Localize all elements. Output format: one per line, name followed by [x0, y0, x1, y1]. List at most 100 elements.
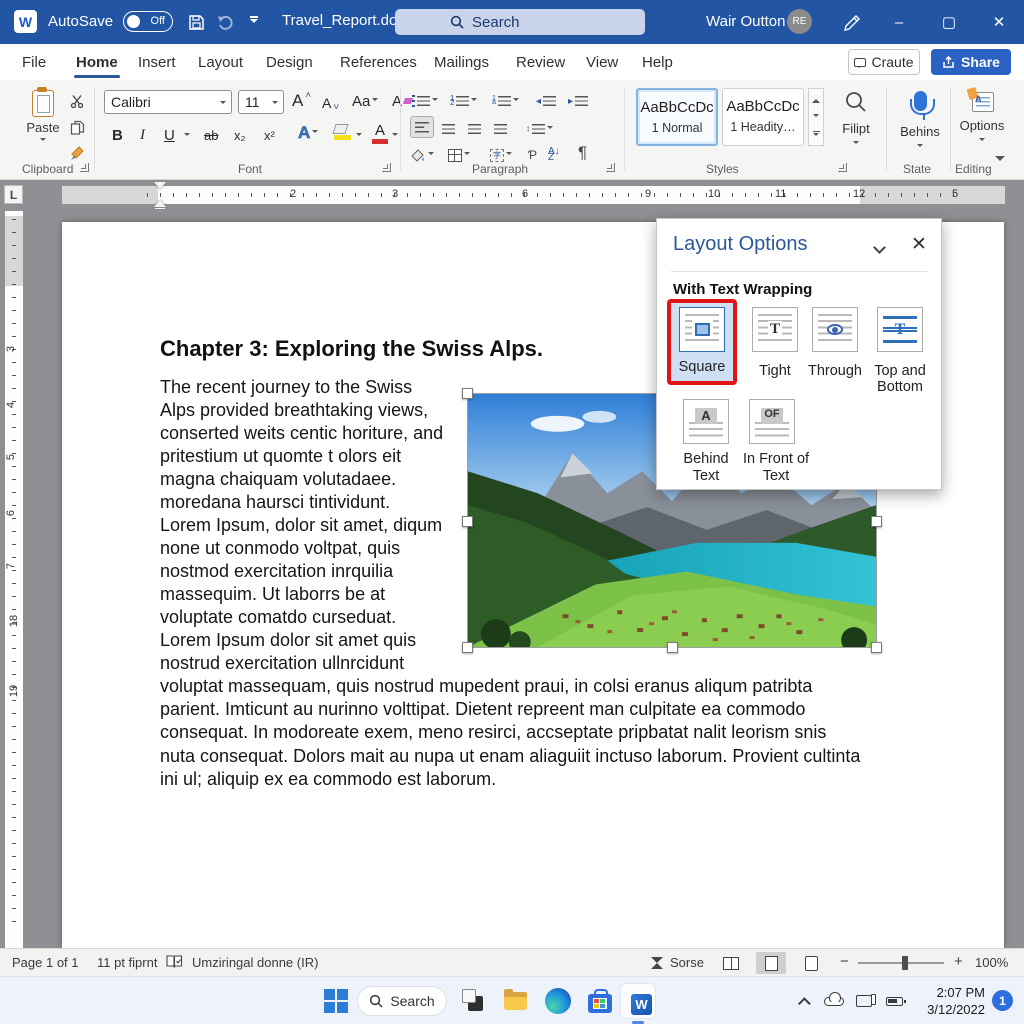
font-dialog-launcher-icon[interactable]: [382, 163, 391, 172]
styles-dialog-launcher-icon[interactable]: [838, 163, 847, 172]
start-button[interactable]: [322, 987, 350, 1015]
underline-caret-icon[interactable]: [184, 133, 190, 139]
minimize-button[interactable]: –: [876, 0, 922, 44]
notification-badge[interactable]: 1: [992, 990, 1013, 1011]
bold-button[interactable]: B: [112, 124, 123, 146]
tab-file[interactable]: File: [20, 44, 48, 80]
paste-button[interactable]: Paste: [18, 88, 68, 154]
justify-button[interactable]: [494, 118, 507, 140]
wrap-topbottom-button[interactable]: T: [877, 307, 923, 352]
resize-handle-e[interactable]: [871, 516, 882, 527]
store-button[interactable]: [586, 987, 614, 1015]
file-explorer-button[interactable]: [502, 987, 530, 1015]
clipboard-dialog-launcher-icon[interactable]: [80, 163, 89, 172]
format-painter-button[interactable]: [70, 142, 86, 164]
avatar[interactable]: RE: [787, 9, 812, 34]
highlight-caret-icon[interactable]: [356, 133, 362, 139]
zoom-slider-thumb[interactable]: [902, 956, 908, 970]
italic-button[interactable]: I: [140, 124, 145, 146]
vertical-ruler[interactable]: 3 4 5 6 7 18 19: [5, 211, 23, 948]
text-effects-button[interactable]: A: [298, 122, 318, 144]
tab-insert[interactable]: Insert: [136, 44, 178, 80]
styles-scroll-down-icon[interactable]: [813, 114, 819, 120]
resize-handle-se[interactable]: [871, 642, 882, 653]
page-indicator[interactable]: Page 1 of 1: [12, 955, 79, 970]
devices-tray-button[interactable]: [850, 987, 878, 1015]
undo-icon[interactable]: [216, 12, 236, 32]
word-count[interactable]: 11 pt fiprnt: [97, 955, 157, 970]
subscript-button[interactable]: x₂: [234, 124, 246, 146]
edge-button[interactable]: [544, 987, 572, 1015]
resize-handle-nw[interactable]: [462, 388, 473, 399]
clear-formatting-button[interactable]: A: [392, 90, 412, 112]
style-normal[interactable]: AaBbCcDc 1 Normal: [636, 88, 718, 146]
proofing-icon[interactable]: [166, 954, 183, 970]
tab-selector[interactable]: L: [4, 185, 23, 204]
focus-icon[interactable]: [651, 957, 664, 969]
collapse-ribbon-icon[interactable]: [995, 156, 1005, 166]
close-button[interactable]: ✕: [976, 0, 1022, 44]
superscript-button[interactable]: x²: [264, 124, 275, 146]
tab-layout[interactable]: Layout: [196, 44, 245, 80]
titlebar-search[interactable]: Search: [395, 9, 645, 35]
dictate-button[interactable]: Behins: [894, 88, 946, 153]
borders-button[interactable]: [448, 144, 470, 166]
horizontal-ruler[interactable]: 2 3 6 9 10 11 12 5: [62, 186, 1005, 204]
find-button[interactable]: Filipt: [830, 88, 882, 150]
shrink-font-button[interactable]: A˅: [322, 92, 339, 114]
zoom-slider-track[interactable]: [858, 962, 944, 964]
cut-button[interactable]: [70, 90, 85, 112]
increase-indent-button[interactable]: ▸: [568, 90, 588, 112]
underline-button[interactable]: U: [164, 124, 175, 146]
strikethrough-button[interactable]: ab: [204, 124, 218, 146]
taskbar-search[interactable]: Search: [357, 986, 447, 1016]
wrap-behind-button[interactable]: A: [683, 399, 729, 444]
show-marks-small-button[interactable]: Ƥ: [528, 144, 537, 166]
document-filename[interactable]: Travel_Report.docx: [282, 12, 412, 29]
tab-design[interactable]: Design: [264, 44, 315, 80]
read-mode-button[interactable]: [716, 952, 746, 974]
font-color-button[interactable]: A: [372, 122, 388, 144]
tab-mailings[interactable]: Mailings: [432, 44, 491, 80]
tab-help[interactable]: Help: [640, 44, 675, 80]
options-button[interactable]: A Options: [956, 88, 1008, 147]
highlight-button[interactable]: [334, 124, 351, 140]
bullets-button[interactable]: [412, 90, 438, 112]
tab-review[interactable]: Review: [514, 44, 567, 80]
style-heading[interactable]: AaBbCcDc 1 Headity…: [722, 88, 804, 146]
task-view-button[interactable]: [460, 987, 488, 1015]
paragraph-dialog-launcher-icon[interactable]: [606, 163, 615, 172]
resize-handle-w[interactable]: [462, 516, 473, 527]
font-name-combo[interactable]: Calibri: [104, 90, 232, 114]
tab-view[interactable]: View: [584, 44, 620, 80]
focus-label[interactable]: Sorse: [670, 955, 704, 970]
share-button[interactable]: Share: [931, 49, 1011, 75]
clock[interactable]: 2:07 PM 3/12/2022: [905, 984, 985, 1018]
zoom-level[interactable]: 100%: [975, 955, 1008, 970]
indent-marker[interactable]: [154, 182, 166, 208]
battery-tray-button[interactable]: [880, 987, 908, 1015]
numbering-button[interactable]: 12: [450, 90, 477, 112]
inking-pen-icon[interactable]: [842, 12, 862, 32]
multilevel-list-button[interactable]: 1a: [492, 90, 519, 112]
wrap-tight-button[interactable]: T: [752, 307, 798, 352]
pilcrow-button[interactable]: ¶: [578, 142, 587, 164]
font-size-combo[interactable]: 11: [238, 90, 284, 114]
tab-home[interactable]: Home: [74, 44, 120, 80]
word-taskbar-button[interactable]: W: [624, 987, 652, 1015]
zoom-out-button[interactable]: −: [840, 953, 849, 970]
decrease-indent-button[interactable]: ◂: [536, 90, 556, 112]
print-layout-button[interactable]: [756, 952, 786, 974]
font-color-caret-icon[interactable]: [392, 133, 398, 139]
wrap-infront-button[interactable]: OF: [749, 399, 795, 444]
line-spacing-button[interactable]: ↕: [526, 118, 553, 140]
zoom-in-button[interactable]: +: [954, 953, 963, 970]
quick-access-customize-icon[interactable]: [250, 19, 258, 27]
maximize-button[interactable]: ▢: [926, 0, 972, 44]
web-layout-button[interactable]: [796, 952, 826, 974]
account-name[interactable]: Wair Outton: [706, 13, 785, 30]
wrap-through-button[interactable]: [812, 307, 858, 352]
copy-button[interactable]: [70, 116, 85, 138]
tray-expand-button[interactable]: [792, 987, 820, 1015]
styles-more-icon[interactable]: [813, 131, 820, 140]
